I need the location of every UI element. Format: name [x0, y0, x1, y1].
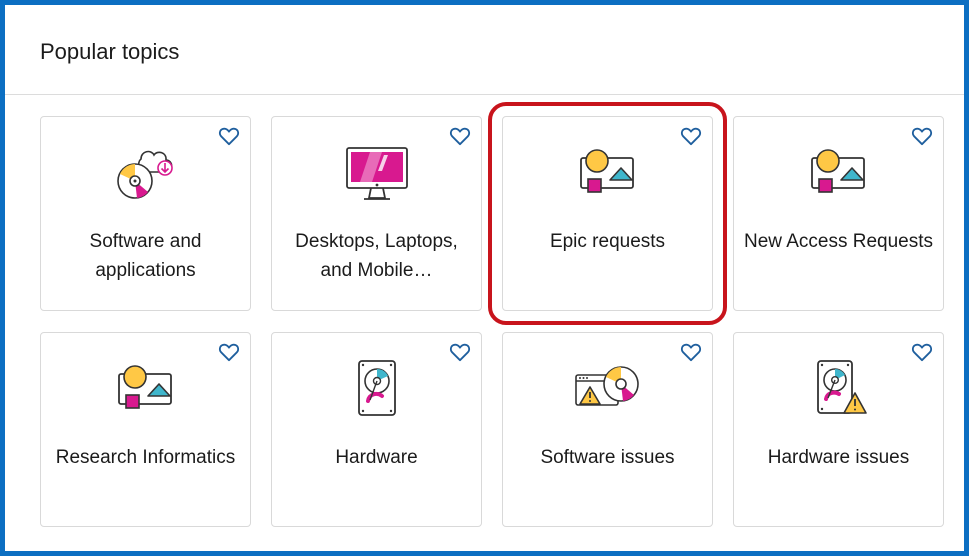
topic-label: Software issues [540, 447, 675, 468]
desktop-monitor-icon [345, 147, 408, 200]
software-warning-icon [574, 366, 639, 406]
topic-label: Hardware [335, 447, 418, 468]
heart-icon[interactable] [911, 126, 933, 146]
heart-icon[interactable] [680, 342, 702, 362]
heart-icon[interactable] [449, 126, 471, 146]
topic-label: Research Informatics [55, 447, 236, 468]
software-cd-cloud-icon [116, 150, 173, 199]
hard-drive-icon [357, 360, 396, 416]
heart-icon[interactable] [218, 342, 240, 362]
topic-label: Desktops, Laptops, and Mobile… [295, 231, 458, 281]
topic-tile-desktops-laptops-mobile[interactable]: Desktops, Laptops, and Mobile… [271, 116, 482, 311]
heart-icon[interactable] [218, 126, 240, 146]
topic-tile-research-informatics[interactable]: Research Informatics [40, 332, 251, 527]
topic-tile-new-access-requests[interactable]: New Access Requests [733, 116, 944, 311]
topic-tile-hardware-issues[interactable]: Hardware issues [733, 332, 944, 527]
topic-label: Hardware issues [767, 447, 910, 468]
topic-label: Software and applications [89, 231, 202, 281]
shapes-image-icon [810, 149, 865, 193]
shapes-image-icon [579, 149, 634, 193]
shapes-image-icon [117, 365, 172, 409]
hard-drive-warning-icon [816, 360, 867, 414]
heart-icon[interactable] [911, 342, 933, 362]
panel-header: Popular topics [5, 5, 964, 95]
topic-label: Epic requests [549, 231, 666, 252]
section-title: Popular topics [40, 39, 180, 64]
topic-tile-epic-requests[interactable]: Epic requests [488, 102, 727, 325]
topic-tile-software-and-applications[interactable]: Software and applications [40, 116, 251, 311]
topic-tile-software-issues[interactable]: Software issues [502, 332, 713, 527]
heart-icon[interactable] [449, 342, 471, 362]
popular-topics-panel: Popular topics Software and applications [0, 0, 969, 556]
topic-label: New Access Requests [743, 231, 934, 252]
heart-icon[interactable] [680, 126, 702, 146]
topic-tile-hardware[interactable]: Hardware [271, 332, 482, 527]
topics-grid: Software and applications Desktops, Lapt… [40, 102, 944, 527]
